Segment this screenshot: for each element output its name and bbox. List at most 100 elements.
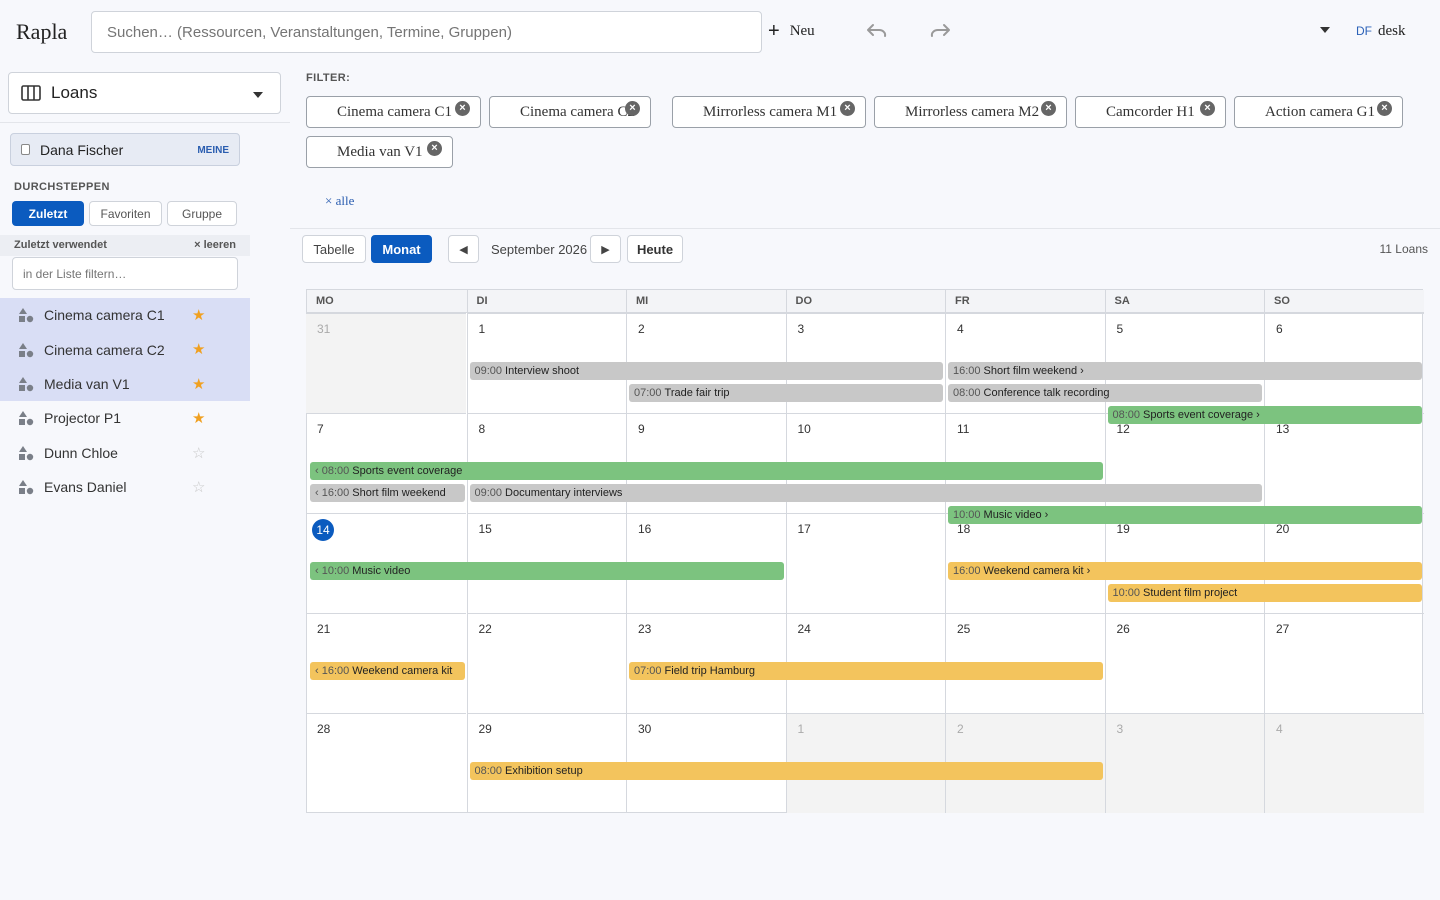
resource-item[interactable]: Cinema camera C1 ★ — [0, 298, 250, 333]
day-cell[interactable]: 31 — [306, 313, 466, 413]
undo-icon[interactable] — [864, 22, 888, 42]
user-filter-chip[interactable]: Dana Fischer MEINE — [10, 133, 240, 166]
list-filter-input[interactable] — [12, 257, 238, 290]
next-month-button[interactable]: ▶ — [590, 235, 621, 263]
weekday-header: SO — [1264, 290, 1424, 313]
resource-item[interactable]: Evans Daniel ☆ — [0, 470, 250, 504]
search-input[interactable] — [91, 11, 762, 53]
event-title: Conference talk recording — [983, 387, 1110, 399]
clear-all-filters-link[interactable]: × alle — [325, 193, 354, 209]
calendar-event[interactable]: 08:00 Sports event coverage › — [1107, 406, 1422, 424]
event-title: Weekend camera kit — [352, 665, 453, 677]
filter-chip[interactable]: Cinema camera C2 × — [489, 96, 651, 128]
filter-chip-label: Cinema camera C2 — [520, 103, 635, 120]
tab-recent[interactable]: Zuletzt — [12, 201, 84, 226]
calendar-event[interactable]: 09:00 Documentary interviews — [469, 484, 1262, 502]
sidebar: Loans Dana Fischer MEINE DURCHSTEPPEN Zu… — [0, 64, 290, 900]
favorite-star-icon[interactable]: ☆ — [192, 444, 205, 462]
date-number: 30 — [638, 722, 652, 736]
user-menu[interactable]: DF desk — [1356, 23, 1406, 40]
day-cell[interactable]: 22 — [466, 613, 626, 713]
calendar-event[interactable]: ‹ 10:00 Music video — [310, 562, 784, 580]
calendar-event[interactable]: 10:00 Music video › — [948, 506, 1422, 524]
remove-chip-icon[interactable]: × — [1041, 101, 1056, 116]
favorite-star-icon[interactable]: ☆ — [192, 478, 205, 496]
checkbox-icon[interactable] — [21, 144, 30, 155]
resource-item[interactable]: Media van V1 ★ — [0, 366, 250, 402]
date-number: 28 — [317, 722, 331, 736]
remove-chip-icon[interactable]: × — [1377, 101, 1392, 116]
remove-chip-icon[interactable]: × — [455, 101, 470, 116]
calendar-event[interactable]: 10:00 Student film project — [1107, 584, 1422, 602]
favorite-star-icon[interactable]: ★ — [192, 340, 205, 358]
calendar-event[interactable]: 08:00 Conference talk recording — [948, 384, 1262, 402]
redo-icon[interactable] — [929, 22, 953, 42]
event-title: Sports event coverage › — [1143, 409, 1260, 421]
event-title: Exhibition setup — [505, 765, 583, 777]
period-label: September 2026 — [491, 242, 588, 257]
date-number: 20 — [1276, 522, 1290, 536]
remove-chip-icon[interactable]: × — [1200, 101, 1215, 116]
day-cell[interactable]: 13 — [1264, 413, 1424, 513]
date-number: 17 — [797, 522, 811, 536]
view-select[interactable]: Loans — [8, 72, 281, 114]
resource-icon — [19, 342, 34, 357]
remove-chip-icon[interactable]: × — [427, 141, 442, 156]
calendar-event[interactable]: ‹ 16:00 Weekend camera kit — [310, 662, 465, 680]
prev-month-button[interactable]: ◀ — [448, 235, 479, 263]
remove-chip-icon[interactable]: × — [625, 101, 640, 116]
date-number: 12 — [1116, 422, 1130, 436]
chevron-down-icon[interactable] — [1320, 27, 1330, 33]
filter-chip[interactable]: Media van V1 × — [306, 136, 453, 168]
calendar-event[interactable]: 07:00 Trade fair trip — [629, 384, 943, 402]
calendar-event[interactable]: ‹ 08:00 Sports event coverage — [310, 462, 1103, 480]
day-cell[interactable]: 3 — [1104, 713, 1264, 813]
recent-header: Zuletzt verwendet × leeren — [0, 235, 250, 256]
resource-item[interactable]: Projector P1 ★ — [0, 401, 250, 435]
filter-chip[interactable]: Action camera G1 × — [1234, 96, 1403, 128]
recent-title: Zuletzt verwendet — [14, 239, 107, 251]
tab-group[interactable]: Gruppe — [167, 201, 237, 226]
remove-chip-icon[interactable]: × — [840, 101, 855, 116]
favorite-star-icon[interactable]: ★ — [192, 409, 205, 427]
calendar-event[interactable]: 16:00 Short film weekend › — [948, 362, 1422, 380]
event-title: Short film weekend — [352, 487, 446, 499]
calendar-event[interactable]: 07:00 Field trip Hamburg — [629, 662, 1103, 680]
filter-chip[interactable]: Mirrorless camera M1 × — [672, 96, 866, 128]
weekday-header: DI — [466, 290, 627, 313]
day-cell[interactable]: 17 — [785, 513, 945, 613]
today-button[interactable]: Heute — [627, 235, 683, 263]
divider — [0, 122, 290, 123]
event-time: ‹ 10:00 — [315, 565, 350, 577]
resource-label: Dunn Chloe — [44, 444, 118, 461]
filter-chip[interactable]: Mirrorless camera M2 × — [874, 96, 1067, 128]
date-number: 25 — [957, 622, 971, 636]
event-time: ‹ 16:00 — [315, 487, 350, 499]
app-logo[interactable]: Rapla — [16, 19, 67, 45]
day-cell[interactable]: 27 — [1264, 613, 1424, 713]
table-view-button[interactable]: Tabelle — [302, 235, 366, 263]
resource-label: Projector P1 — [44, 410, 122, 427]
calendar-event[interactable]: 08:00 Exhibition setup — [469, 762, 1103, 780]
day-cell[interactable]: 28 — [306, 713, 466, 813]
resource-item[interactable]: Cinema camera C2 ★ — [0, 332, 250, 367]
month-view-button[interactable]: Monat — [371, 235, 432, 263]
new-button[interactable]: + Neu — [768, 21, 815, 41]
favorite-star-icon[interactable]: ★ — [192, 375, 205, 393]
tab-favorites[interactable]: Favoriten — [89, 201, 162, 226]
filter-chip-label: Action camera G1 — [1265, 103, 1375, 120]
date-number: 11 — [957, 422, 970, 436]
weekday-header: MI — [626, 290, 786, 313]
favorite-star-icon[interactable]: ★ — [192, 306, 205, 324]
calendar-event[interactable]: 09:00 Interview shoot — [469, 362, 943, 380]
filter-chip[interactable]: Cinema camera C1 × — [306, 96, 481, 128]
clear-recent-button[interactable]: × leeren — [194, 235, 236, 256]
calendar-event[interactable]: 16:00 Weekend camera kit › — [948, 562, 1422, 580]
day-cell[interactable]: 4 — [1264, 713, 1424, 813]
day-cell[interactable]: 26 — [1104, 613, 1264, 713]
calendar-event[interactable]: ‹ 16:00 Short film weekend — [310, 484, 465, 502]
date-number: 10 — [797, 422, 811, 436]
resource-item[interactable]: Dunn Chloe ☆ — [0, 436, 250, 470]
filter-chip[interactable]: Camcorder H1 × — [1075, 96, 1226, 128]
filter-label: FILTER: — [306, 72, 351, 84]
